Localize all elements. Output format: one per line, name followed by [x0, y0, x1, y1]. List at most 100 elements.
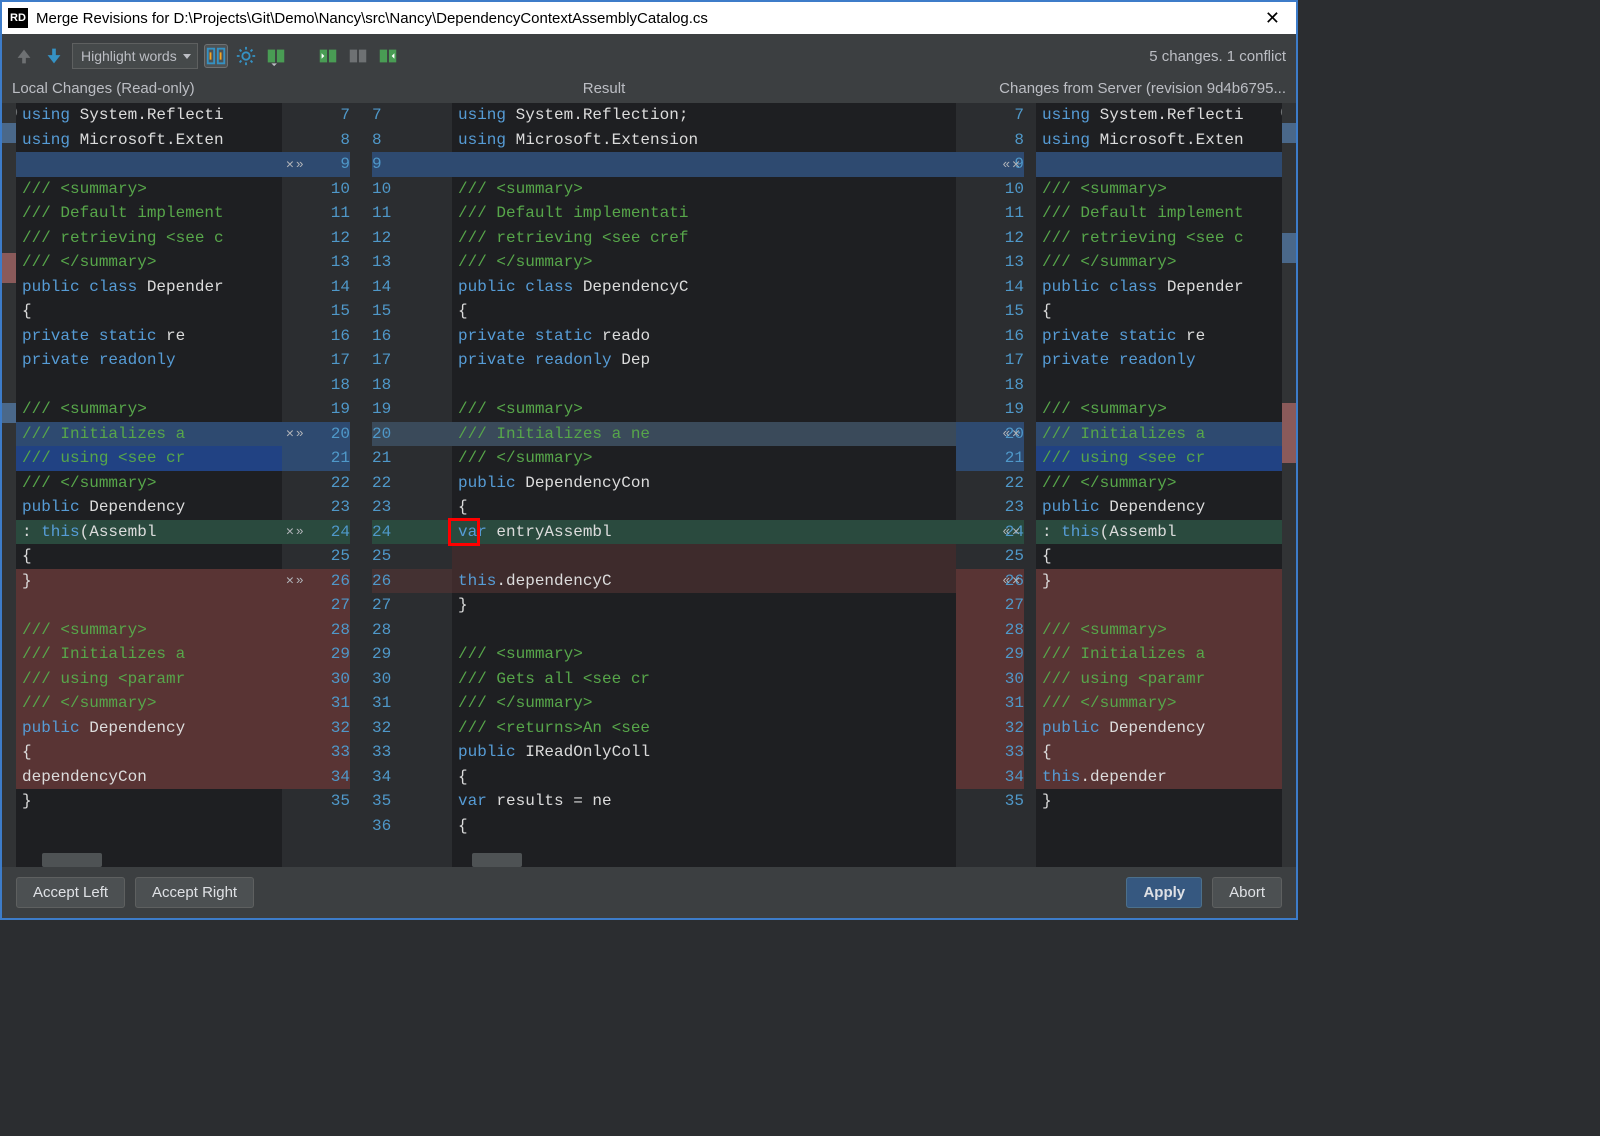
code-line[interactable]: /// using <see cr	[1036, 446, 1296, 471]
code-line[interactable]: public IReadOnlyColl	[452, 740, 956, 765]
gutter-line[interactable]: 30	[956, 667, 1024, 692]
apply-nonconflict-left-icon[interactable]	[316, 44, 340, 68]
gutter-actions[interactable]: ✕»	[286, 157, 304, 172]
highlight-mode-dropdown[interactable]: Highlight words	[72, 43, 198, 69]
code-line[interactable]: this.dependencyC	[452, 569, 956, 594]
apply-left-icon[interactable]: «	[1002, 573, 1010, 588]
code-line[interactable]: {	[2, 299, 282, 324]
left-gutter[interactable]: 78✕»910111213141516171819✕»20212223✕»242…	[282, 103, 362, 867]
code-line[interactable]	[452, 152, 956, 177]
gutter-line[interactable]: 30	[372, 667, 452, 692]
gutter-line[interactable]: 22	[282, 471, 350, 496]
left-pane[interactable]: using System.Reflectiusing Microsoft.Ext…	[2, 103, 282, 867]
accept-left-button[interactable]: Accept Left	[16, 877, 125, 908]
code-line[interactable]: public Dependency	[1036, 716, 1296, 741]
apply-nonconflict-right-icon[interactable]	[376, 44, 400, 68]
code-line[interactable]: : this(Assembl	[2, 520, 282, 545]
code-line[interactable]: /// using <paramr	[1036, 667, 1296, 692]
gutter-line[interactable]: 17	[372, 348, 452, 373]
code-line[interactable]	[1036, 152, 1296, 177]
code-line[interactable]: /// Initializes a	[1036, 422, 1296, 447]
code-line[interactable]: /// Default implement	[1036, 201, 1296, 226]
apply-nonconflict-both-icon[interactable]	[346, 44, 370, 68]
gutter-line[interactable]: «✕24	[956, 520, 1024, 545]
right-minimap[interactable]	[1282, 103, 1296, 867]
gutter-line[interactable]: 19	[372, 397, 452, 422]
gutter-line[interactable]: 10	[372, 177, 452, 202]
code-line[interactable]: this.depender	[1036, 765, 1296, 790]
gutter-line[interactable]: 25	[372, 544, 452, 569]
code-line[interactable]: dependencyCon	[2, 765, 282, 790]
gutter-line[interactable]: 35	[282, 789, 350, 814]
code-line[interactable]: /// retrieving <see c	[1036, 226, 1296, 251]
code-line[interactable]: /// </summary>	[2, 691, 282, 716]
gutter-line[interactable]: 14	[282, 275, 350, 300]
code-line[interactable]: /// <summary>	[1036, 618, 1296, 643]
apply-right-icon[interactable]: »	[296, 524, 304, 539]
gutter-line[interactable]: 22	[956, 471, 1024, 496]
code-line[interactable]: private readonly	[1036, 348, 1296, 373]
code-line[interactable]: {	[1036, 740, 1296, 765]
gutter-line[interactable]: 7	[372, 103, 452, 128]
code-line[interactable]: public class DependencyC	[452, 275, 956, 300]
code-line[interactable]: /// Initializes a	[2, 642, 282, 667]
code-line[interactable]: private readonly Dep	[452, 348, 956, 373]
code-line[interactable]: /// <summary>	[2, 177, 282, 202]
gutter-line[interactable]: 25	[956, 544, 1024, 569]
gutter-line[interactable]: 15	[372, 299, 452, 324]
accept-right-button[interactable]: Accept Right	[135, 877, 254, 908]
mid-pane[interactable]: using System.Reflection;using Microsoft.…	[452, 103, 956, 867]
code-line[interactable]: /// <summary>	[2, 618, 282, 643]
gutter-actions[interactable]: ✕»	[286, 426, 304, 441]
gutter-actions[interactable]: «✕	[1002, 573, 1020, 588]
gutter-line[interactable]: 9	[372, 152, 452, 177]
reject-icon[interactable]: ✕	[286, 573, 294, 588]
gutter-line[interactable]: 19	[956, 397, 1024, 422]
gutter-line[interactable]: 7	[956, 103, 1024, 128]
code-line[interactable]: /// <returns>An <see	[452, 716, 956, 741]
reject-icon[interactable]: ✕	[286, 157, 294, 172]
code-line[interactable]: }	[1036, 569, 1296, 594]
gutter-line[interactable]: 13	[282, 250, 350, 275]
code-line[interactable]: /// retrieving <see c	[2, 226, 282, 251]
mid-hscroll[interactable]	[472, 853, 522, 867]
gutter-line[interactable]: «✕20	[956, 422, 1024, 447]
code-line[interactable]: /// <summary>	[452, 177, 956, 202]
code-line[interactable]: : this(Assembl	[1036, 520, 1296, 545]
gutter-line[interactable]: 36	[372, 814, 452, 839]
settings-icon[interactable]	[234, 44, 258, 68]
code-line[interactable]: /// </summary>	[2, 471, 282, 496]
next-diff-icon[interactable]	[42, 44, 66, 68]
apply-left-icon[interactable]: «	[1002, 157, 1010, 172]
gutter-line[interactable]: 31	[956, 691, 1024, 716]
gutter-line[interactable]: 16	[956, 324, 1024, 349]
reject-icon[interactable]: ✕	[1012, 426, 1020, 441]
right-pane[interactable]: using System.Reflectiusing Microsoft.Ext…	[1036, 103, 1296, 867]
gutter-line[interactable]: «✕9	[956, 152, 1024, 177]
mid-gutter-left[interactable]: 7891011121314151617181920212223242526272…	[362, 103, 452, 867]
code-line[interactable]: {	[2, 544, 282, 569]
gutter-line[interactable]: 34	[372, 765, 452, 790]
gutter-line[interactable]: 11	[956, 201, 1024, 226]
code-line[interactable]	[2, 152, 282, 177]
apply-right-icon[interactable]: »	[296, 157, 304, 172]
gutter-line[interactable]: 33	[956, 740, 1024, 765]
gutter-line[interactable]: 21	[282, 446, 350, 471]
gutter-line[interactable]: 12	[282, 226, 350, 251]
reject-icon[interactable]: ✕	[286, 426, 294, 441]
code-line[interactable]: var results = ne	[452, 789, 956, 814]
gutter-line[interactable]: 13	[372, 250, 452, 275]
gutter-line[interactable]: 16	[282, 324, 350, 349]
code-line[interactable]	[452, 618, 956, 643]
gutter-line[interactable]: 24	[372, 520, 452, 545]
gutter-actions[interactable]: «✕	[1002, 426, 1020, 441]
code-line[interactable]: using System.Reflecti	[2, 103, 282, 128]
code-line[interactable]: public Dependency	[2, 495, 282, 520]
merge-tool-icon[interactable]	[264, 44, 288, 68]
gutter-line[interactable]: 19	[282, 397, 350, 422]
gutter-line[interactable]: 20	[372, 422, 452, 447]
code-line[interactable]: /// retrieving <see cref	[452, 226, 956, 251]
code-line[interactable]: }	[2, 789, 282, 814]
gutter-line[interactable]: 23	[372, 495, 452, 520]
gutter-actions[interactable]: ✕»	[286, 524, 304, 539]
